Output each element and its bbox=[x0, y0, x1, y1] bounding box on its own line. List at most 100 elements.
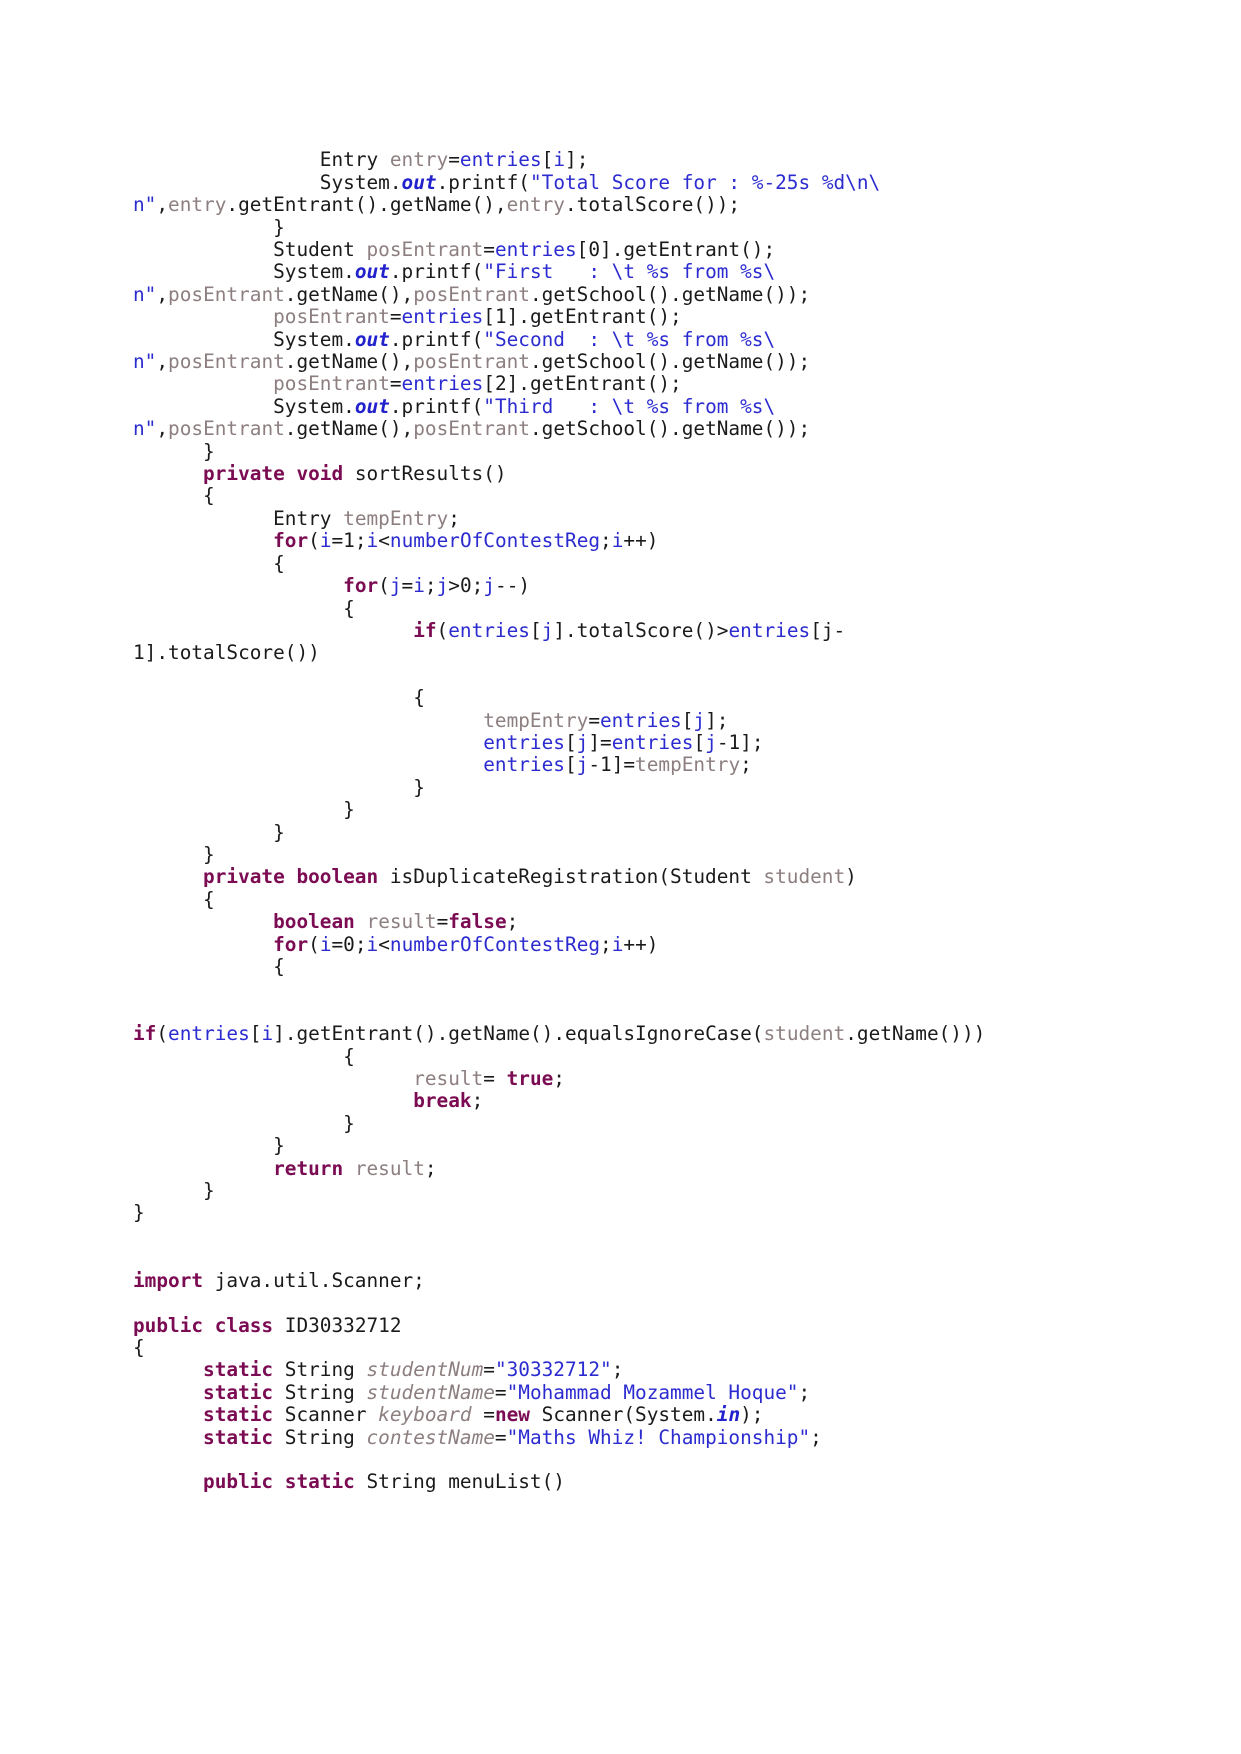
code-token-def: ; bbox=[810, 1425, 822, 1449]
code-token-kw: if bbox=[413, 618, 437, 642]
code-token-fld: j bbox=[436, 574, 449, 598]
code-token-itl: studentName bbox=[366, 1380, 495, 1404]
code-token-def: System. bbox=[133, 260, 355, 284]
code-token-def bbox=[133, 1067, 413, 1090]
code-token-def: ; bbox=[448, 506, 460, 530]
code-token-fld: i bbox=[261, 1022, 274, 1046]
code-token-def: -1]= bbox=[588, 753, 636, 777]
code-token-def: [j- bbox=[810, 618, 846, 642]
code-token-def: ; bbox=[798, 1380, 811, 1404]
code-token-def: < bbox=[378, 932, 390, 956]
code-line: { bbox=[133, 955, 1133, 978]
code-token-def: ++) bbox=[623, 529, 659, 553]
code-token-kw: public class bbox=[133, 1313, 274, 1337]
code-line: return result; bbox=[133, 1156, 1133, 1180]
code-line: { bbox=[133, 686, 1133, 709]
code-token-itl: keyboard bbox=[378, 1403, 472, 1427]
code-token-def bbox=[343, 1157, 355, 1180]
code-token-def: = bbox=[483, 1358, 495, 1382]
code-token-def: } bbox=[133, 1201, 145, 1225]
code-token-def: [2].getEntrant(); bbox=[483, 372, 682, 396]
code-line: posEntrant=entries[1].getEntrant(); bbox=[133, 306, 1133, 328]
code-token-def: .getName(), bbox=[284, 417, 414, 441]
code-token-def: { bbox=[133, 596, 355, 620]
code-line: entries[j-1]=tempEntry; bbox=[133, 754, 1133, 776]
code-token-def: sortResults() bbox=[343, 462, 507, 486]
code-token-def: .getName(), bbox=[284, 350, 414, 374]
code-token-lcl: posEntrant bbox=[273, 305, 390, 329]
code-token-fld: i bbox=[553, 148, 566, 172]
code-token-def: ; bbox=[600, 529, 612, 553]
code-token-kw: private void bbox=[203, 462, 344, 486]
code-token-def: [ bbox=[541, 148, 554, 172]
code-line: } bbox=[133, 821, 1133, 844]
code-token-def: Entry bbox=[133, 148, 390, 172]
code-token-def: , bbox=[156, 350, 169, 374]
code-token-def: ].getEntrant().getName().equalsIgnoreCas… bbox=[273, 1022, 764, 1046]
code-token-def: ( bbox=[378, 574, 390, 598]
code-line: Entry entry=entries[i]; bbox=[133, 149, 1133, 171]
code-token-def: .printf( bbox=[389, 260, 484, 284]
code-token-kw: static bbox=[203, 1425, 274, 1449]
code-token-fld: numberOfContestReg bbox=[389, 932, 601, 956]
code-token-def: ++) bbox=[623, 932, 659, 956]
code-token-def: [0].getEntrant(); bbox=[576, 238, 776, 262]
code-token-def: ( bbox=[156, 1022, 169, 1046]
code-token-def: ( bbox=[308, 529, 320, 553]
code-token-def: .getEntrant().getName(), bbox=[226, 193, 507, 217]
code-token-def: Entry bbox=[133, 506, 344, 530]
code-line: } bbox=[133, 798, 1133, 822]
code-token-lcl: posEntrant bbox=[413, 282, 530, 306]
code-token-def: { bbox=[133, 1335, 145, 1359]
code-token-fld: entries bbox=[401, 305, 484, 329]
code-token-fld: i bbox=[413, 574, 425, 598]
code-line: entries[j]=entries[j-1]; bbox=[133, 730, 1133, 754]
code-token-def: ); bbox=[740, 1403, 764, 1427]
code-line: static String contestName="Maths Whiz! C… bbox=[133, 1425, 1133, 1449]
code-token-def: >0; bbox=[448, 574, 484, 598]
code-token-sout: in bbox=[716, 1403, 741, 1427]
code-line: System.out.printf("Third : \t %s from %s… bbox=[133, 394, 1133, 418]
code-token-fld: entries bbox=[401, 372, 484, 396]
code-token-kw: return bbox=[273, 1156, 344, 1180]
code-token-lcl: posEntrant bbox=[413, 417, 530, 441]
code-token-def: --) bbox=[495, 574, 531, 598]
code-token-fld: j bbox=[576, 753, 589, 777]
code-line: } bbox=[133, 1179, 1133, 1202]
code-token-fld: j bbox=[705, 730, 717, 754]
code-token-def bbox=[133, 619, 413, 642]
code-token-fld: j bbox=[389, 574, 402, 598]
code-token-def bbox=[133, 305, 273, 328]
code-token-lcl: result bbox=[354, 1156, 425, 1180]
code-token-kw: static bbox=[203, 1380, 274, 1404]
code-token-fld: entries bbox=[600, 708, 682, 732]
code-token-def: ; bbox=[611, 1358, 624, 1382]
code-line: n",posEntrant.getName(),posEntrant.getSc… bbox=[133, 350, 1133, 374]
code-line: static Scanner keyboard =new Scanner(Sys… bbox=[133, 1403, 1133, 1427]
code-token-def: } bbox=[133, 215, 285, 239]
code-token-str: "Total Score for : %-25s %d\n\ bbox=[529, 170, 881, 194]
code-token-lcl: tempEntry bbox=[483, 708, 589, 732]
code-token-def: .getName(), bbox=[284, 282, 414, 306]
code-token-def: < bbox=[378, 529, 390, 553]
code-token-def: .getSchool().getName()); bbox=[529, 282, 811, 306]
code-token-def: ( bbox=[436, 618, 449, 642]
code-token-def: = bbox=[494, 1425, 507, 1449]
document-page: Entry entry=entries[i]; System.out.print… bbox=[0, 0, 1241, 1754]
code-token-str: n" bbox=[133, 282, 157, 306]
code-token-def: } bbox=[133, 842, 215, 866]
code-token-lcl: tempEntry bbox=[635, 753, 741, 777]
code-token-fld: j bbox=[693, 708, 706, 732]
code-token-def: } bbox=[133, 775, 425, 799]
code-token-def: .printf( bbox=[389, 394, 484, 418]
code-token-kw: for bbox=[273, 529, 309, 553]
code-line: boolean result=false; bbox=[133, 911, 1133, 933]
code-token-def: } bbox=[133, 1111, 355, 1135]
code-token-str: "30332712" bbox=[494, 1358, 612, 1382]
code-line: { bbox=[133, 888, 1133, 911]
code-token-def: [ bbox=[681, 708, 694, 732]
code-token-fld: entries bbox=[448, 618, 530, 642]
code-token-kw: false bbox=[448, 910, 507, 934]
code-token-def: } bbox=[133, 798, 355, 822]
code-token-def: java.util.Scanner; bbox=[203, 1268, 425, 1292]
